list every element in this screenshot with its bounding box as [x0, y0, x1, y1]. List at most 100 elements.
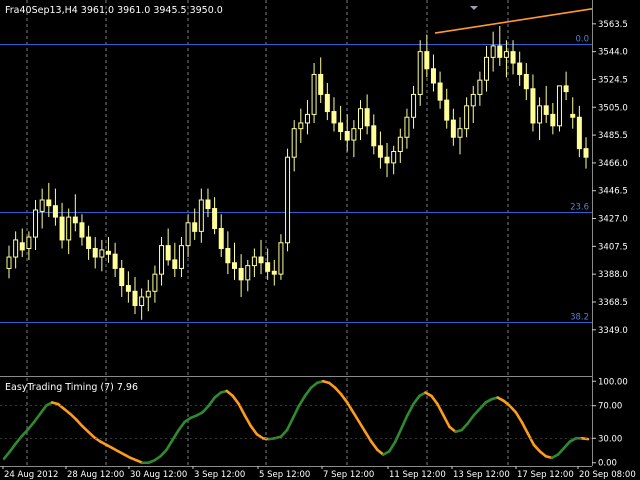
- candle-bullish: [503, 51, 509, 58]
- candle-bullish: [139, 296, 145, 307]
- indicator-segment: [207, 396, 217, 408]
- candle-bearish: [231, 262, 237, 269]
- indicator-segment: [74, 418, 84, 428]
- time-axis-label: 17 Sep 12:00: [517, 470, 574, 480]
- price-axis-label: 3388.0: [598, 270, 628, 280]
- time-axis-label: 20 Sep 08:00: [579, 470, 636, 480]
- candle-bearish: [576, 116, 582, 150]
- candle-bearish: [132, 290, 138, 307]
- indicator-segment: [526, 432, 536, 447]
- price-axis-label: 3368.5: [598, 298, 628, 308]
- candle-bullish: [185, 222, 191, 247]
- indicator-segment: [297, 394, 307, 408]
- candle-bullish: [245, 265, 251, 281]
- indicator-segment: [339, 392, 349, 404]
- candle-bearish: [550, 113, 556, 127]
- indicator-segment: [32, 412, 42, 424]
- price-axis-label: 3349.0: [598, 326, 628, 336]
- price-axis-label: 3427.0: [598, 215, 628, 225]
- candle-bearish: [19, 242, 25, 251]
- indicator-segment: [430, 394, 439, 406]
- indicator-segment: [580, 436, 590, 441]
- candle-bearish: [52, 205, 58, 218]
- candle-bullish: [285, 156, 291, 244]
- indicator-segment: [243, 414, 253, 428]
- indicator-segment: [285, 416, 295, 432]
- indicator-segment: [508, 404, 518, 414]
- candle-bearish: [105, 250, 111, 255]
- time-axis-label: 30 Aug 12:00: [130, 470, 187, 480]
- price-axis-label: 3563.5: [598, 20, 628, 30]
- candle-bullish: [311, 73, 317, 115]
- candle-bearish: [497, 45, 503, 58]
- candle-bearish: [364, 108, 370, 127]
- indicator-segment: [520, 420, 530, 435]
- candle-bearish: [377, 145, 383, 158]
- candle-bullish: [404, 116, 410, 138]
- candle-bearish: [86, 236, 92, 249]
- candle-bearish: [205, 199, 211, 210]
- indicator-segment: [412, 394, 421, 406]
- indicator-segment: [357, 420, 367, 434]
- candle-bullish: [99, 249, 105, 258]
- candle-bearish: [72, 216, 78, 224]
- indicator-axis-label: 30.00: [598, 434, 622, 444]
- indicator-segment: [442, 414, 451, 429]
- fibonacci-levels[interactable]: 0.0 23.6 38.2: [0, 35, 592, 323]
- candle-bullish: [484, 56, 490, 81]
- indicator-segment: [165, 438, 174, 452]
- indicator-segment: [460, 422, 469, 432]
- candle-bearish: [119, 267, 125, 287]
- candle-bearish: [517, 62, 523, 75]
- indicator-segment: [562, 440, 572, 450]
- candle-bullish: [26, 236, 32, 249]
- time-axis-label: 13 Sep 12:00: [453, 470, 510, 480]
- price-axis-label: 3544.0: [598, 48, 628, 58]
- trendline-segment[interactable]: [434, 8, 593, 34]
- candle-bearish: [271, 270, 277, 275]
- indicator-segment: [333, 386, 343, 396]
- time-axis-label: 28 Aug 12:00: [67, 470, 124, 480]
- candle-bearish: [530, 88, 536, 124]
- trendline[interactable]: [434, 6, 593, 34]
- indicator-segment: [394, 427, 403, 443]
- candle-bearish: [324, 93, 330, 113]
- candle-bullish: [477, 79, 483, 95]
- indicator-segment: [159, 448, 168, 458]
- time-axis-label: 3 Sep 12:00: [194, 470, 245, 480]
- time-axis-label: 7 Sep 12:00: [323, 470, 374, 480]
- indicator-segment: [14, 434, 24, 445]
- candle-bullish: [33, 209, 39, 238]
- candle-bullish: [152, 273, 158, 292]
- indicator-segment: [303, 386, 313, 398]
- candle-bullish: [358, 108, 364, 130]
- arrow-marker-icon: [470, 6, 478, 10]
- indicator-line: [0, 379, 592, 465]
- candle-bullish: [145, 290, 151, 298]
- chart-canvas[interactable]: Fra40Sep13,H4 3961.0 3961.0 3945.5 3950.…: [0, 0, 640, 480]
- candle-bearish: [46, 199, 52, 207]
- indicator-segment: [38, 404, 48, 416]
- price-axis-label: 3485.5: [598, 131, 628, 141]
- indicator-segment: [8, 441, 18, 453]
- candle-bullish: [351, 128, 357, 141]
- price-axis-label: 3505.0: [598, 103, 628, 113]
- candle-bearish: [212, 208, 218, 230]
- candle-bullish: [537, 105, 543, 124]
- indicator-segment: [472, 407, 481, 417]
- indicator-segment: [363, 430, 373, 443]
- price-axis-label: 3446.5: [598, 187, 628, 197]
- candle-bearish: [430, 68, 436, 84]
- candle-bearish: [543, 105, 549, 115]
- indicator-axis-label: 0.00: [598, 459, 617, 469]
- indicator-segment: [2, 450, 12, 460]
- candle-bearish: [192, 222, 198, 232]
- candle-bullish: [66, 216, 72, 241]
- candle-bullish: [490, 45, 496, 58]
- indicator-axis-label: 70.00: [598, 402, 622, 412]
- time-axis-label: 5 Sep 12:00: [259, 470, 310, 480]
- candle-bearish: [424, 51, 430, 70]
- indicator-segment: [514, 410, 524, 424]
- candle-bullish: [457, 128, 463, 138]
- candle-bullish: [304, 113, 310, 124]
